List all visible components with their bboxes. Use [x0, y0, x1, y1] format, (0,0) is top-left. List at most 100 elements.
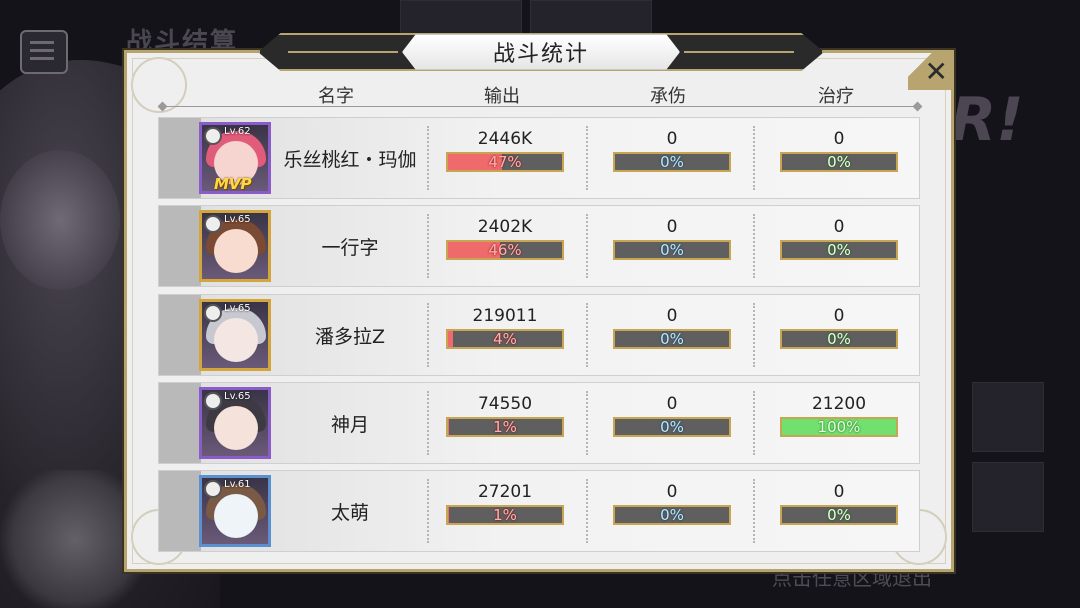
class-icon: [204, 127, 222, 145]
output-cell: 74550 1%: [445, 393, 565, 437]
character-portrait[interactable]: Lv.61: [199, 475, 271, 547]
background-deco-text: R!: [950, 85, 1024, 155]
output-value: 219011: [472, 306, 538, 326]
column-header-damage-taken: 承伤: [650, 86, 686, 107]
column-separator: [427, 303, 429, 367]
background-tile: [972, 382, 1044, 452]
column-header-name: 名字: [318, 86, 354, 107]
row-accent: [159, 118, 201, 198]
damage-taken-bar: 0%: [613, 505, 731, 525]
column-separator: [586, 391, 588, 455]
column-separator: [753, 214, 755, 278]
healing-percent: 0%: [827, 506, 851, 524]
output-value: 2402K: [477, 217, 533, 237]
row-accent: [159, 295, 201, 375]
damage-taken-value: 0: [666, 394, 678, 414]
column-separator: [427, 126, 429, 190]
stat-row: Lv.65 潘多拉Z 219011 4% 0 0% 0 0%: [158, 294, 920, 376]
damage-taken-percent: 0%: [660, 418, 684, 436]
class-icon: [204, 480, 222, 498]
output-bar: 1%: [446, 417, 564, 437]
healing-bar: 0%: [780, 152, 898, 172]
close-icon: ✕: [924, 54, 948, 88]
output-percent: 1%: [493, 506, 517, 524]
healing-value: 0: [833, 129, 845, 149]
close-button[interactable]: ✕: [908, 52, 952, 90]
column-separator: [586, 303, 588, 367]
character-level: Lv.65: [224, 214, 251, 225]
column-separator: [586, 479, 588, 543]
damage-taken-bar: 0%: [613, 417, 731, 437]
healing-value: 0: [833, 306, 845, 326]
column-separator: [427, 214, 429, 278]
healing-cell: 0 0%: [779, 128, 899, 172]
portrait-face: [214, 494, 258, 538]
mvp-badge: MVP: [214, 175, 252, 193]
character-portrait[interactable]: Lv.65: [199, 210, 271, 282]
column-separator: [753, 391, 755, 455]
character-name: 太萌: [330, 501, 369, 524]
output-percent: 1%: [493, 418, 517, 436]
background-tile: [972, 462, 1044, 532]
stat-row: Lv.62 MVP 乐丝桃红・玛伽 2446K 47% 0 0% 0 0%: [158, 117, 920, 199]
output-bar: 47%: [446, 152, 564, 172]
damage-taken-cell: 0 0%: [612, 128, 732, 172]
healing-bar: 0%: [780, 240, 898, 260]
column-separator: [753, 126, 755, 190]
character-level: Lv.62: [224, 126, 251, 137]
damage-taken-percent: 0%: [660, 506, 684, 524]
column-header-healing: 治疗: [818, 86, 854, 107]
healing-bar: 100%: [780, 417, 898, 437]
notes-icon: [20, 30, 68, 74]
output-percent: 47%: [488, 153, 522, 171]
output-bar: 46%: [446, 240, 564, 260]
character-portrait[interactable]: Lv.65: [199, 299, 271, 371]
class-icon: [204, 215, 222, 233]
row-accent: [159, 206, 201, 286]
damage-taken-value: 0: [666, 217, 678, 237]
output-cell: 2402K 46%: [445, 216, 565, 260]
damage-taken-cell: 0 0%: [612, 216, 732, 260]
column-separator: [586, 126, 588, 190]
portrait-face: [214, 229, 258, 273]
output-percent: 4%: [493, 330, 517, 348]
healing-cell: 0 0%: [779, 305, 899, 349]
damage-taken-percent: 0%: [660, 330, 684, 348]
column-separator: [586, 214, 588, 278]
healing-percent: 100%: [817, 418, 861, 436]
background-character-face: [0, 150, 120, 290]
healing-percent: 0%: [827, 330, 851, 348]
column-header-output: 输出: [484, 86, 520, 107]
character-name: 乐丝桃红・玛伽: [283, 148, 417, 171]
damage-taken-value: 0: [666, 306, 678, 326]
healing-bar: 0%: [780, 329, 898, 349]
damage-taken-cell: 0 0%: [612, 393, 732, 437]
character-level: Lv.61: [224, 479, 251, 490]
banner-ornament-left: [288, 51, 398, 53]
stat-row: Lv.65 一行字 2402K 46% 0 0% 0 0%: [158, 205, 920, 287]
portrait-face: [214, 406, 258, 450]
damage-taken-bar: 0%: [613, 329, 731, 349]
row-accent: [159, 471, 201, 551]
output-value: 27201: [477, 482, 533, 502]
class-icon: [204, 392, 222, 410]
healing-percent: 0%: [827, 241, 851, 259]
damage-taken-bar: 0%: [613, 240, 731, 260]
character-name: 潘多拉Z: [314, 325, 386, 348]
stat-row: Lv.61 太萌 27201 1% 0 0% 0 0%: [158, 470, 920, 552]
healing-value: 21200: [811, 394, 867, 414]
stat-row: Lv.65 神月 74550 1% 0 0% 21200 100%: [158, 382, 920, 464]
damage-taken-percent: 0%: [660, 241, 684, 259]
damage-taken-value: 0: [666, 129, 678, 149]
healing-value: 0: [833, 482, 845, 502]
column-separator: [753, 303, 755, 367]
damage-taken-percent: 0%: [660, 153, 684, 171]
damage-taken-value: 0: [666, 482, 678, 502]
character-portrait[interactable]: Lv.62 MVP: [199, 122, 271, 194]
output-bar: 4%: [446, 329, 564, 349]
character-level: Lv.65: [224, 391, 251, 402]
output-cell: 27201 1%: [445, 481, 565, 525]
column-separator: [427, 391, 429, 455]
character-portrait[interactable]: Lv.65: [199, 387, 271, 459]
damage-taken-cell: 0 0%: [612, 481, 732, 525]
